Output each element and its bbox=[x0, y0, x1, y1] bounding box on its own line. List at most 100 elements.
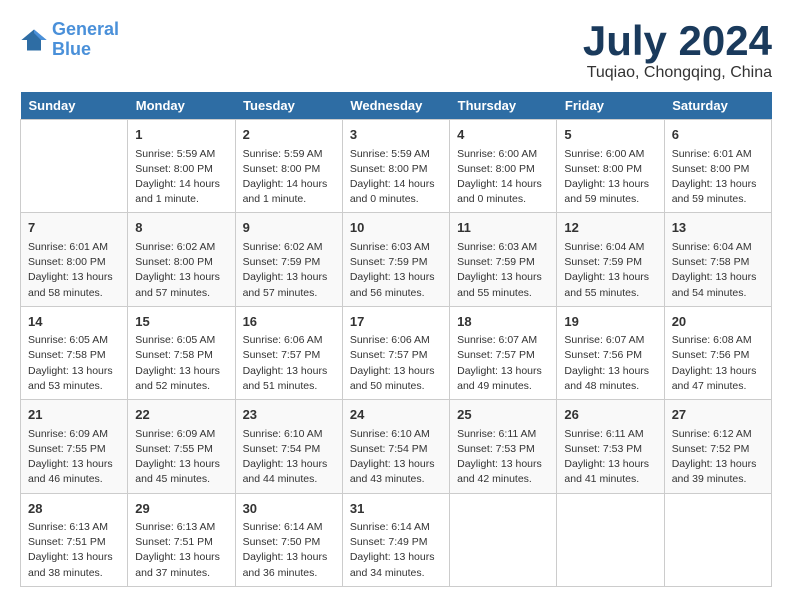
day-number: 9 bbox=[243, 218, 335, 238]
week-row-4: 28Sunrise: 6:13 AMSunset: 7:51 PMDayligh… bbox=[21, 493, 772, 586]
day-info: Sunrise: 6:10 AMSunset: 7:54 PMDaylight:… bbox=[243, 427, 335, 488]
calendar-cell bbox=[450, 493, 557, 586]
calendar-cell: 19Sunrise: 6:07 AMSunset: 7:56 PMDayligh… bbox=[557, 306, 664, 399]
day-number: 3 bbox=[350, 125, 442, 145]
week-row-0: 1Sunrise: 5:59 AMSunset: 8:00 PMDaylight… bbox=[21, 120, 772, 213]
calendar-cell: 22Sunrise: 6:09 AMSunset: 7:55 PMDayligh… bbox=[128, 400, 235, 493]
day-info: Sunrise: 6:11 AMSunset: 7:53 PMDaylight:… bbox=[564, 427, 656, 488]
calendar-cell: 31Sunrise: 6:14 AMSunset: 7:49 PMDayligh… bbox=[342, 493, 449, 586]
location: Tuqiao, Chongqing, China bbox=[583, 64, 772, 82]
day-info: Sunrise: 5:59 AMSunset: 8:00 PMDaylight:… bbox=[135, 147, 227, 208]
day-number: 17 bbox=[350, 312, 442, 332]
day-number: 29 bbox=[135, 499, 227, 519]
day-number: 16 bbox=[243, 312, 335, 332]
day-number: 25 bbox=[457, 405, 549, 425]
calendar-cell bbox=[664, 493, 771, 586]
logo-line1: General bbox=[52, 19, 119, 39]
day-info: Sunrise: 6:02 AMSunset: 7:59 PMDaylight:… bbox=[243, 240, 335, 301]
calendar-cell: 12Sunrise: 6:04 AMSunset: 7:59 PMDayligh… bbox=[557, 213, 664, 306]
header-day-friday: Friday bbox=[557, 92, 664, 120]
header-row: SundayMondayTuesdayWednesdayThursdayFrid… bbox=[21, 92, 772, 120]
calendar-cell: 16Sunrise: 6:06 AMSunset: 7:57 PMDayligh… bbox=[235, 306, 342, 399]
calendar-cell: 21Sunrise: 6:09 AMSunset: 7:55 PMDayligh… bbox=[21, 400, 128, 493]
day-info: Sunrise: 6:03 AMSunset: 7:59 PMDaylight:… bbox=[457, 240, 549, 301]
day-number: 8 bbox=[135, 218, 227, 238]
day-info: Sunrise: 6:05 AMSunset: 7:58 PMDaylight:… bbox=[28, 333, 120, 394]
day-info: Sunrise: 6:08 AMSunset: 7:56 PMDaylight:… bbox=[672, 333, 764, 394]
day-info: Sunrise: 6:06 AMSunset: 7:57 PMDaylight:… bbox=[350, 333, 442, 394]
day-number: 28 bbox=[28, 499, 120, 519]
calendar-cell: 2Sunrise: 5:59 AMSunset: 8:00 PMDaylight… bbox=[235, 120, 342, 213]
header-day-tuesday: Tuesday bbox=[235, 92, 342, 120]
day-info: Sunrise: 6:01 AMSunset: 8:00 PMDaylight:… bbox=[28, 240, 120, 301]
day-info: Sunrise: 6:04 AMSunset: 7:58 PMDaylight:… bbox=[672, 240, 764, 301]
calendar-cell: 5Sunrise: 6:00 AMSunset: 8:00 PMDaylight… bbox=[557, 120, 664, 213]
day-number: 1 bbox=[135, 125, 227, 145]
day-info: Sunrise: 6:13 AMSunset: 7:51 PMDaylight:… bbox=[28, 520, 120, 581]
day-info: Sunrise: 6:13 AMSunset: 7:51 PMDaylight:… bbox=[135, 520, 227, 581]
day-number: 23 bbox=[243, 405, 335, 425]
day-info: Sunrise: 6:03 AMSunset: 7:59 PMDaylight:… bbox=[350, 240, 442, 301]
week-row-2: 14Sunrise: 6:05 AMSunset: 7:58 PMDayligh… bbox=[21, 306, 772, 399]
day-number: 11 bbox=[457, 218, 549, 238]
day-number: 19 bbox=[564, 312, 656, 332]
day-number: 5 bbox=[564, 125, 656, 145]
day-number: 22 bbox=[135, 405, 227, 425]
calendar-cell: 4Sunrise: 6:00 AMSunset: 8:00 PMDaylight… bbox=[450, 120, 557, 213]
calendar-cell: 29Sunrise: 6:13 AMSunset: 7:51 PMDayligh… bbox=[128, 493, 235, 586]
calendar-cell: 20Sunrise: 6:08 AMSunset: 7:56 PMDayligh… bbox=[664, 306, 771, 399]
day-info: Sunrise: 6:07 AMSunset: 7:56 PMDaylight:… bbox=[564, 333, 656, 394]
calendar-cell: 10Sunrise: 6:03 AMSunset: 7:59 PMDayligh… bbox=[342, 213, 449, 306]
calendar-cell: 14Sunrise: 6:05 AMSunset: 7:58 PMDayligh… bbox=[21, 306, 128, 399]
calendar-header: SundayMondayTuesdayWednesdayThursdayFrid… bbox=[21, 92, 772, 120]
day-info: Sunrise: 5:59 AMSunset: 8:00 PMDaylight:… bbox=[350, 147, 442, 208]
calendar-cell: 30Sunrise: 6:14 AMSunset: 7:50 PMDayligh… bbox=[235, 493, 342, 586]
day-info: Sunrise: 6:00 AMSunset: 8:00 PMDaylight:… bbox=[457, 147, 549, 208]
day-info: Sunrise: 6:12 AMSunset: 7:52 PMDaylight:… bbox=[672, 427, 764, 488]
logo: General Blue bbox=[20, 20, 119, 60]
day-number: 4 bbox=[457, 125, 549, 145]
header-day-saturday: Saturday bbox=[664, 92, 771, 120]
day-info: Sunrise: 6:05 AMSunset: 7:58 PMDaylight:… bbox=[135, 333, 227, 394]
day-info: Sunrise: 6:04 AMSunset: 7:59 PMDaylight:… bbox=[564, 240, 656, 301]
month-title: July 2024 bbox=[583, 20, 772, 62]
header-day-wednesday: Wednesday bbox=[342, 92, 449, 120]
calendar-cell: 26Sunrise: 6:11 AMSunset: 7:53 PMDayligh… bbox=[557, 400, 664, 493]
page-header: General Blue July 2024 Tuqiao, Chongqing… bbox=[20, 20, 772, 82]
day-number: 26 bbox=[564, 405, 656, 425]
logo-icon bbox=[20, 26, 48, 54]
header-day-monday: Monday bbox=[128, 92, 235, 120]
calendar-cell: 6Sunrise: 6:01 AMSunset: 8:00 PMDaylight… bbox=[664, 120, 771, 213]
week-row-1: 7Sunrise: 6:01 AMSunset: 8:00 PMDaylight… bbox=[21, 213, 772, 306]
day-number: 27 bbox=[672, 405, 764, 425]
calendar-table: SundayMondayTuesdayWednesdayThursdayFrid… bbox=[20, 92, 772, 587]
day-number: 6 bbox=[672, 125, 764, 145]
calendar-cell: 11Sunrise: 6:03 AMSunset: 7:59 PMDayligh… bbox=[450, 213, 557, 306]
day-number: 24 bbox=[350, 405, 442, 425]
week-row-3: 21Sunrise: 6:09 AMSunset: 7:55 PMDayligh… bbox=[21, 400, 772, 493]
title-area: July 2024 Tuqiao, Chongqing, China bbox=[583, 20, 772, 82]
day-number: 18 bbox=[457, 312, 549, 332]
day-info: Sunrise: 6:07 AMSunset: 7:57 PMDaylight:… bbox=[457, 333, 549, 394]
day-number: 13 bbox=[672, 218, 764, 238]
day-info: Sunrise: 6:06 AMSunset: 7:57 PMDaylight:… bbox=[243, 333, 335, 394]
day-number: 2 bbox=[243, 125, 335, 145]
day-number: 30 bbox=[243, 499, 335, 519]
day-number: 20 bbox=[672, 312, 764, 332]
calendar-cell: 1Sunrise: 5:59 AMSunset: 8:00 PMDaylight… bbox=[128, 120, 235, 213]
calendar-cell: 23Sunrise: 6:10 AMSunset: 7:54 PMDayligh… bbox=[235, 400, 342, 493]
day-number: 31 bbox=[350, 499, 442, 519]
day-info: Sunrise: 6:00 AMSunset: 8:00 PMDaylight:… bbox=[564, 147, 656, 208]
day-number: 12 bbox=[564, 218, 656, 238]
day-info: Sunrise: 6:02 AMSunset: 8:00 PMDaylight:… bbox=[135, 240, 227, 301]
calendar-cell: 8Sunrise: 6:02 AMSunset: 8:00 PMDaylight… bbox=[128, 213, 235, 306]
calendar-cell: 18Sunrise: 6:07 AMSunset: 7:57 PMDayligh… bbox=[450, 306, 557, 399]
day-info: Sunrise: 6:11 AMSunset: 7:53 PMDaylight:… bbox=[457, 427, 549, 488]
day-number: 10 bbox=[350, 218, 442, 238]
calendar-cell bbox=[557, 493, 664, 586]
day-number: 21 bbox=[28, 405, 120, 425]
day-info: Sunrise: 6:14 AMSunset: 7:50 PMDaylight:… bbox=[243, 520, 335, 581]
calendar-cell: 24Sunrise: 6:10 AMSunset: 7:54 PMDayligh… bbox=[342, 400, 449, 493]
header-day-sunday: Sunday bbox=[21, 92, 128, 120]
calendar-cell: 27Sunrise: 6:12 AMSunset: 7:52 PMDayligh… bbox=[664, 400, 771, 493]
